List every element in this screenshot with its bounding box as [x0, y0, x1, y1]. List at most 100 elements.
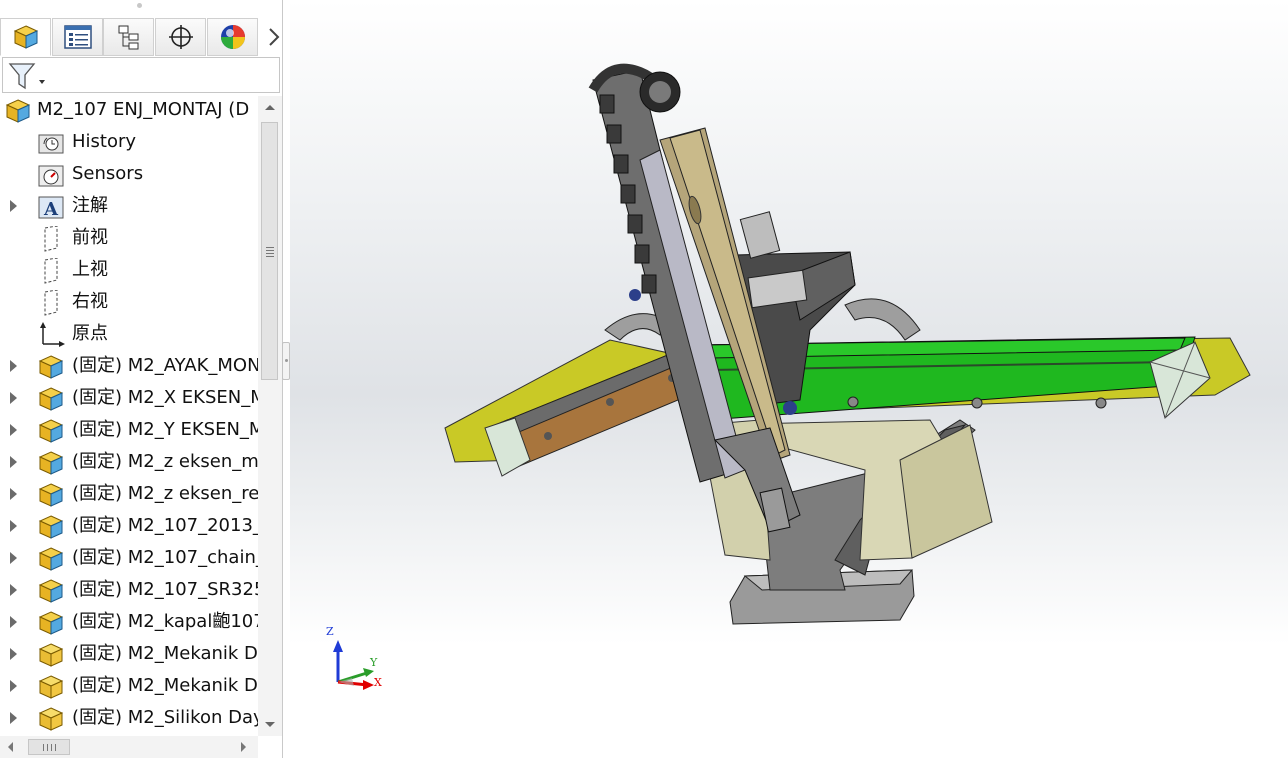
tree-item-label: 上视 [72, 259, 108, 280]
part-icon [37, 642, 65, 668]
tree-item[interactable]: History [0, 126, 258, 158]
tree-item[interactable]: (固定) M2_Mekanik Da [0, 670, 258, 702]
tree-item[interactable]: 前视 [0, 222, 258, 254]
tree-item-label: (固定) M2_107_SR325 [72, 579, 258, 600]
tree-item-label: M2_107 ENJ_MONTAJ (D [37, 99, 250, 120]
expand-arrow-icon[interactable] [10, 712, 17, 724]
expand-arrow-icon[interactable] [10, 584, 17, 596]
tree-item-label: (固定) M2_AYAK_MON [72, 355, 258, 376]
tree-item[interactable]: A 注解 [0, 190, 258, 222]
feature-manager-panel: M2_107 ENJ_MONTAJ (D History Sensors A 注解前视上… [0, 0, 283, 758]
subassembly-icon [37, 386, 65, 412]
subassembly-icon [37, 418, 65, 444]
plane-icon [37, 257, 65, 284]
subassembly-icon [37, 450, 65, 476]
tree-item[interactable]: (固定) M2_107_2013_I [0, 510, 258, 542]
scroll-down-button[interactable] [258, 714, 282, 736]
assembly-icon [4, 98, 32, 124]
part-icon [37, 674, 65, 700]
tree-filter-bar [2, 57, 280, 93]
tree-item[interactable]: (固定) M2_z eksen_mo [0, 446, 258, 478]
displaymanager-tab[interactable] [207, 18, 258, 56]
expand-arrow-icon[interactable] [10, 360, 17, 372]
tree-item-label: 原点 [72, 323, 108, 344]
tree-item[interactable]: (固定) M2_Silikon Day [0, 702, 258, 734]
displaymanager-icon [220, 25, 245, 49]
tree-item-label: (固定) M2_z eksen_rev [72, 483, 258, 504]
expand-arrow-icon[interactable] [10, 680, 17, 692]
tree-item[interactable]: Sensors [0, 158, 258, 190]
triad-x-label: X [374, 676, 382, 689]
tree-item-label: 前视 [72, 227, 108, 248]
tree-item-label: (固定) M2_kapal齙107 [72, 611, 258, 632]
expand-arrow-icon[interactable] [10, 456, 17, 468]
tree-item[interactable]: 上视 [0, 254, 258, 286]
gantry-robot-model[interactable] [290, 0, 1288, 758]
sensors-icon [37, 162, 65, 188]
filter-button[interactable] [7, 62, 47, 90]
tree-vertical-scrollbar[interactable] [258, 96, 282, 736]
expand-arrow-icon[interactable] [10, 392, 17, 404]
plane-icon [37, 225, 65, 252]
tree-item-label: (固定) M2_Mekanik Da [72, 675, 258, 696]
horizontal-scroll-thumb[interactable] [28, 739, 70, 755]
tree-item[interactable]: 原点 [0, 318, 258, 350]
propertymanager-icon [63, 25, 92, 49]
tree-item-label: (固定) M2_107_chain_ [72, 547, 258, 568]
more-tabs-button[interactable] [264, 18, 282, 56]
arrow-right-icon[interactable] [241, 742, 246, 752]
tree-item-label: 注解 [72, 195, 108, 216]
configurationmanager-tab[interactable] [103, 18, 154, 56]
filter-icon [8, 63, 45, 90]
tree-item-label: Sensors [72, 163, 144, 184]
propertymanager-tab[interactable] [52, 18, 103, 56]
subassembly-icon [37, 482, 65, 508]
arrow-left-icon[interactable] [8, 742, 13, 752]
expand-arrow-icon[interactable] [10, 520, 17, 532]
tree-horizontal-scrollbar[interactable] [0, 736, 258, 758]
configurationmanager-icon [118, 25, 138, 50]
triad-y-label: Y [370, 656, 378, 669]
tree-item[interactable]: (固定) M2_z eksen_rev [0, 478, 258, 510]
chevron-right-icon [268, 28, 279, 46]
origin-icon [37, 322, 65, 348]
tree-item[interactable]: (固定) M2_107_chain_ [0, 542, 258, 574]
view-orientation-triad: Z Y X [322, 624, 392, 696]
triad-z-label: Z [326, 625, 334, 638]
expand-arrow-icon[interactable] [10, 552, 17, 564]
expand-arrow-icon[interactable] [10, 488, 17, 500]
expand-arrow-icon[interactable] [10, 200, 17, 212]
tree-item-label: (固定) M2_X EKSEN_M [72, 387, 258, 408]
tree-item[interactable]: (固定) M2_X EKSEN_M [0, 382, 258, 414]
expand-arrow-icon[interactable] [10, 648, 17, 660]
panel-collapse-handle[interactable] [282, 342, 290, 380]
part-icon [37, 706, 65, 732]
dimxpert-icon [168, 25, 193, 49]
tree-item-label: (固定) M2_Mekanik Da [72, 643, 258, 664]
tree-item[interactable]: (固定) M2_AYAK_MON [0, 350, 258, 382]
tree-item[interactable]: (固定) M2_kapal齙107 [0, 606, 258, 638]
panel-grip[interactable] [137, 3, 142, 8]
tree-item-label: (固定) M2_Y EKSEN_M [72, 419, 258, 440]
history-folder-icon [37, 130, 65, 156]
subassembly-icon [37, 610, 65, 636]
graphics-viewport[interactable] [290, 0, 1288, 758]
expand-arrow-icon[interactable] [10, 424, 17, 436]
expand-arrow-icon[interactable] [10, 616, 17, 628]
featuremanager-tab[interactable] [0, 18, 51, 56]
tree-item[interactable]: (固定) M2_Y EKSEN_M [0, 414, 258, 446]
tree-item[interactable]: (固定) M2_Mekanik Da [0, 638, 258, 670]
subassembly-icon [37, 578, 65, 604]
arrow-up-icon [265, 105, 275, 110]
tree-item-label: (固定) M2_Silikon Day [72, 707, 258, 728]
tree-item[interactable]: 右视 [0, 286, 258, 318]
tree-root-assembly[interactable]: M2_107 ENJ_MONTAJ (D [0, 94, 258, 126]
tree-item[interactable]: (固定) M2_107_SR325 [0, 574, 258, 606]
subassembly-icon [37, 546, 65, 572]
dimxpert-tab[interactable] [155, 18, 206, 56]
vertical-scroll-thumb[interactable] [261, 122, 278, 380]
featuremanager-icon [13, 25, 38, 49]
scroll-up-button[interactable] [258, 96, 282, 118]
manager-tab-bar [0, 18, 282, 56]
subassembly-icon [37, 354, 65, 380]
